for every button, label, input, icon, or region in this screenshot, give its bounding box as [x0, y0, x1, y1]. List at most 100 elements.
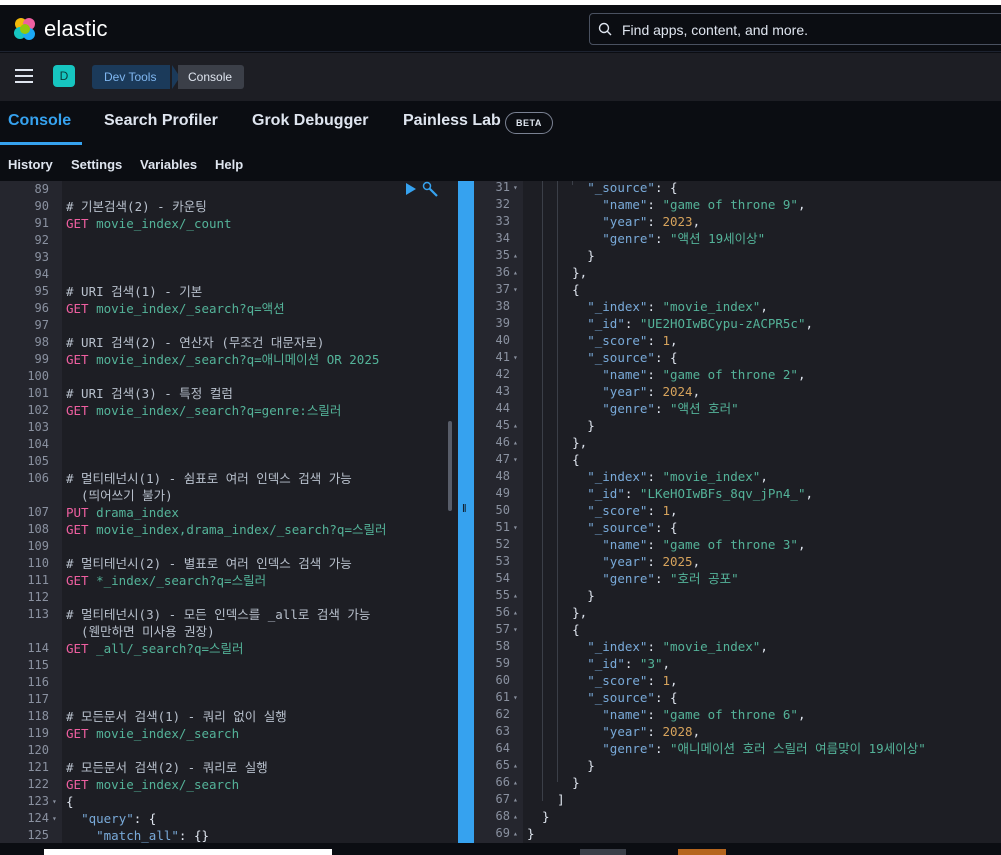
code-token: "game of throne 9" [662, 197, 798, 212]
code-text: (웬만하면 미사용 권장) [66, 623, 215, 640]
code-token: "_source" [587, 520, 655, 535]
code-token: # 모든문서 검색(1) - 쿼리 없이 실행 [66, 709, 287, 724]
code-token: "name" [602, 707, 648, 722]
fold-expand-icon[interactable]: ▴ [513, 808, 518, 825]
breadcrumb-dev-tools[interactable]: Dev Tools [92, 65, 171, 89]
fold-expand-icon[interactable]: ▴ [513, 774, 518, 791]
fold-expand-icon[interactable]: ▴ [513, 434, 518, 451]
line-number: 31 [495, 181, 510, 194]
fold-expand-icon[interactable]: ▴ [513, 825, 518, 842]
line-number: 39 [495, 316, 510, 330]
code-token: : [647, 724, 663, 739]
code-token: "애니메이션 호러 스릴러 여름맞이 19세이상" [670, 741, 926, 756]
output-line: 37 ▾ { [474, 281, 1001, 298]
space-avatar[interactable]: D [53, 65, 75, 87]
code-token: : [647, 197, 663, 212]
code-token: } [527, 758, 595, 773]
output-line: 50 "_score": 1, [474, 502, 1001, 519]
code-text: GET movie_index/_search [66, 725, 239, 742]
code-text: "name": "game of throne 6", [527, 706, 805, 723]
tab-grok-debugger[interactable]: Grok Debugger [252, 112, 368, 130]
editor-line: 89 [0, 181, 458, 198]
tab-painless-lab[interactable]: Painless Lab [403, 112, 501, 130]
search-input[interactable] [622, 20, 982, 40]
code-token: "movie_index" [662, 639, 761, 654]
fold-collapse-icon[interactable]: ▾ [52, 793, 57, 810]
code-token: "_score" [587, 503, 648, 518]
output-line: 56 ▴ }, [474, 604, 1001, 621]
code-text: { [527, 281, 580, 298]
line-number: 65 [495, 758, 510, 772]
request-editor[interactable]: 89 90 # 기본검색(2) - 카운팅 91 GET movie_index/_co… [0, 181, 458, 843]
code-token: : [647, 707, 663, 722]
fold-expand-icon[interactable]: ▴ [513, 587, 518, 604]
editor-line: 112 [0, 589, 458, 606]
line-number: 120 [27, 743, 49, 757]
tab-console[interactable]: Console [8, 112, 71, 130]
code-text: "name": "game of throne 9", [527, 196, 805, 213]
line-number: 54 [495, 571, 510, 585]
fold-expand-icon[interactable]: ▴ [513, 604, 518, 621]
code-token: # URI 검색(1) - 기본 [66, 284, 203, 299]
code-token: GET [66, 352, 97, 367]
code-token: movie_index/_search?q=genre:스릴러 [96, 403, 342, 418]
fold-collapse-icon[interactable]: ▾ [513, 519, 518, 536]
code-text: "genre": "호러 공포" [527, 570, 738, 587]
menu-toggle-icon[interactable] [15, 69, 33, 84]
code-token: 1 [662, 673, 671, 688]
elastic-logo-icon[interactable] [12, 16, 38, 42]
line-number: 56 [495, 605, 510, 619]
editor-line: 113 # 멀티테넌시(3) - 모든 인덱스를 _all로 검색 가능 [0, 606, 458, 623]
menu-help[interactable]: Help [215, 157, 243, 172]
fold-collapse-icon[interactable]: ▾ [513, 281, 518, 298]
tab-search-profiler[interactable]: Search Profiler [104, 112, 218, 130]
menu-history[interactable]: History [8, 157, 53, 172]
output-line: 69 ▴} [474, 825, 1001, 842]
line-number: 68 [495, 809, 510, 823]
line-number: 114 [27, 641, 49, 655]
fold-expand-icon[interactable]: ▴ [513, 791, 518, 808]
fold-collapse-icon[interactable]: ▾ [513, 451, 518, 468]
line-number: 45 [495, 418, 510, 432]
output-line: 36 ▴ }, [474, 264, 1001, 281]
code-token: "genre" [602, 571, 655, 586]
editor-line: (웬만하면 미사용 권장) [0, 623, 458, 640]
line-number: 40 [495, 333, 510, 347]
line-number: 92 [34, 233, 49, 247]
fold-expand-icon[interactable]: ▴ [513, 264, 518, 281]
fold-expand-icon[interactable]: ▴ [513, 417, 518, 434]
code-token: : [624, 656, 640, 671]
fold-collapse-icon[interactable]: ▾ [513, 621, 518, 638]
menu-settings[interactable]: Settings [71, 157, 122, 172]
output-line: 54 "genre": "호러 공포" [474, 570, 1001, 587]
line-number: 112 [27, 590, 49, 604]
fold-collapse-icon[interactable]: ▾ [513, 181, 518, 196]
fold-expand-icon[interactable]: ▴ [513, 247, 518, 264]
line-number: 67 [495, 792, 510, 806]
code-text: PUT drama_index [66, 504, 179, 521]
editor-line: 106 # 멀티테넌시(1) - 쉼표로 여러 인덱스 검색 가능 [0, 470, 458, 487]
code-token: 2028 [662, 724, 693, 739]
menu-variables[interactable]: Variables [140, 157, 197, 172]
line-number: 101 [27, 386, 49, 400]
fold-collapse-icon[interactable]: ▾ [52, 810, 57, 827]
code-token: : [647, 537, 663, 552]
line-number: 52 [495, 537, 510, 551]
line-number: 60 [495, 673, 510, 687]
code-token: GET [66, 301, 97, 316]
code-token: } [527, 826, 535, 841]
fold-collapse-icon[interactable]: ▾ [513, 349, 518, 366]
editor-line: 97 [0, 317, 458, 334]
panel-resizer[interactable]: ‖ [458, 181, 474, 843]
fold-collapse-icon[interactable]: ▾ [513, 689, 518, 706]
code-text: } [527, 808, 550, 825]
fold-expand-icon[interactable]: ▴ [513, 757, 518, 774]
line-number: 38 [495, 299, 510, 313]
global-search[interactable] [589, 13, 1001, 45]
